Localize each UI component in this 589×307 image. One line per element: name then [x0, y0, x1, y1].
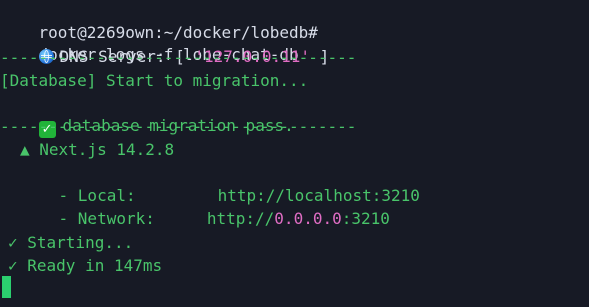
network-label: - Network:: [58, 209, 155, 228]
local-url-line: - Local: http://localhost:3210: [20, 163, 420, 205]
network-url-line: - Network: http://0.0.0.0:3210: [20, 186, 390, 228]
network-port[interactable]: :3210: [342, 209, 390, 228]
command-prompt-line: root@2269own:~/docker/lobedb# docker log…: [0, 0, 318, 64]
starting-status: ✓ Starting...: [8, 233, 134, 252]
database-start-text: [Database] Start to migration...: [0, 71, 309, 90]
terminal-cursor: [2, 276, 11, 298]
nextjs-version: ▲ Next.js 14.2.8: [20, 140, 175, 159]
separator-bottom: -------------------------------------: [0, 117, 357, 136]
dns-server-line: DNS Server: [ '127.0.0.11' ]: [0, 24, 329, 66]
database-pass-line: ✓ database migration pass.: [0, 93, 294, 138]
separator-top: -------------------------------------: [0, 48, 357, 67]
network-prefix[interactable]: http://: [207, 209, 274, 228]
ready-status: ✓ Ready in 147ms: [8, 256, 163, 275]
network-host[interactable]: 0.0.0.0: [274, 209, 341, 228]
terminal-window[interactable]: root@2269own:~/docker/lobedb# docker log…: [0, 0, 589, 307]
